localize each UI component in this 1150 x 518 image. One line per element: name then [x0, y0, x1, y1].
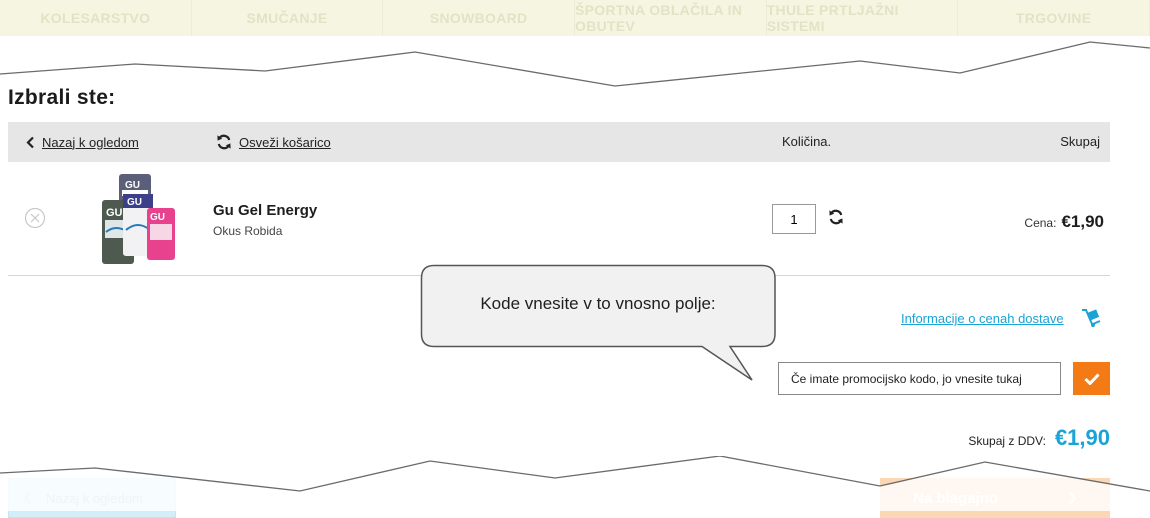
item-price: Cena: €1,90: [1024, 212, 1104, 232]
nav-item-trgovine[interactable]: TRGOVINE: [958, 0, 1150, 36]
back-to-shopping-link[interactable]: Nazaj k ogledom: [26, 122, 139, 162]
nav-item-sportna-oblacila[interactable]: ŠPORTNA OBLAČILA IN OBUTEV: [575, 0, 767, 36]
product-variant: Okus Robida: [213, 224, 283, 238]
update-quantity-icon[interactable]: [828, 209, 844, 225]
price-label: Cena:: [1024, 216, 1057, 230]
callout-bubble: [420, 264, 776, 381]
quantity-column-header: Količina.: [782, 134, 832, 149]
checkmark-icon: [1083, 372, 1100, 385]
svg-text:GU: GU: [150, 212, 165, 223]
total-label: Skupaj z DDV:: [968, 434, 1046, 448]
cart-table-header: Nazaj k ogledom Osveži košarico Količina…: [8, 122, 1110, 162]
refresh-link-label: Osveži košarico: [239, 134, 331, 150]
remove-item-icon[interactable]: [24, 207, 46, 229]
top-navigation: KOLESARSTVO SMUČANJE SNOWBOARD ŠPORTNA O…: [0, 0, 1150, 36]
svg-text:GU: GU: [127, 197, 142, 208]
order-total: Skupaj z DDV: €1,90: [968, 425, 1110, 451]
delivery-cart-icon[interactable]: [1080, 307, 1102, 329]
chevron-left-icon: [23, 491, 32, 505]
shipping-info-link[interactable]: Informacije o cenah dostave: [901, 311, 1064, 326]
breadcrumb-home-link[interactable]: Vstopna stran: [101, 44, 175, 58]
footer-back-label: Nazaj k ogledom: [46, 490, 143, 506]
quantity-input[interactable]: [772, 204, 816, 234]
breadcrumb-prefix: Nahajate se:: [8, 44, 76, 58]
apply-promo-button[interactable]: [1073, 362, 1110, 395]
checkout-button[interactable]: Na blagajno: [880, 478, 1110, 518]
checkout-label: Na blagajno: [912, 489, 998, 507]
nav-item-snowboard[interactable]: SNOWBOARD: [383, 0, 576, 36]
chevron-left-icon: [26, 136, 34, 148]
svg-text:GU: GU: [106, 207, 123, 219]
back-link-label: Nazaj k ogledom: [42, 134, 139, 150]
product-image[interactable]: GU GU GU GU: [99, 170, 179, 266]
breadcrumb-separator: >: [184, 44, 192, 58]
promo-code-input[interactable]: [778, 362, 1061, 395]
footer-back-button[interactable]: Nazaj k ogledom: [8, 478, 176, 518]
total-value: €1,90: [1054, 425, 1110, 450]
refresh-icon: [217, 134, 231, 150]
breadcrumb-separator: >: [84, 44, 92, 58]
page-title: Izbrali ste:: [8, 86, 116, 109]
svg-text:GU: GU: [125, 180, 140, 191]
breadcrumb: Nahajate se: > Vstopna stran > Vsebina k…: [8, 44, 292, 58]
breadcrumb-current: Vsebina košarice: [200, 44, 293, 58]
total-column-header: Skupaj: [1060, 134, 1100, 149]
chevron-right-icon: [1068, 491, 1077, 505]
product-name[interactable]: Gu Gel Energy: [213, 202, 317, 219]
callout-text: Kode vnesite v to vnosno polje:: [480, 294, 716, 313]
nav-item-smucanje[interactable]: SMUČANJE: [192, 0, 384, 36]
nav-item-thule[interactable]: THULE PRTLJAŽNI SISTEMI: [767, 0, 959, 36]
refresh-cart-link[interactable]: Osveži košarico: [216, 122, 331, 162]
price-value: €1,90: [1061, 212, 1104, 231]
gel-pack-right: GU: [147, 208, 175, 260]
nav-item-kolesarstvo[interactable]: KOLESARSTVO: [0, 0, 192, 36]
